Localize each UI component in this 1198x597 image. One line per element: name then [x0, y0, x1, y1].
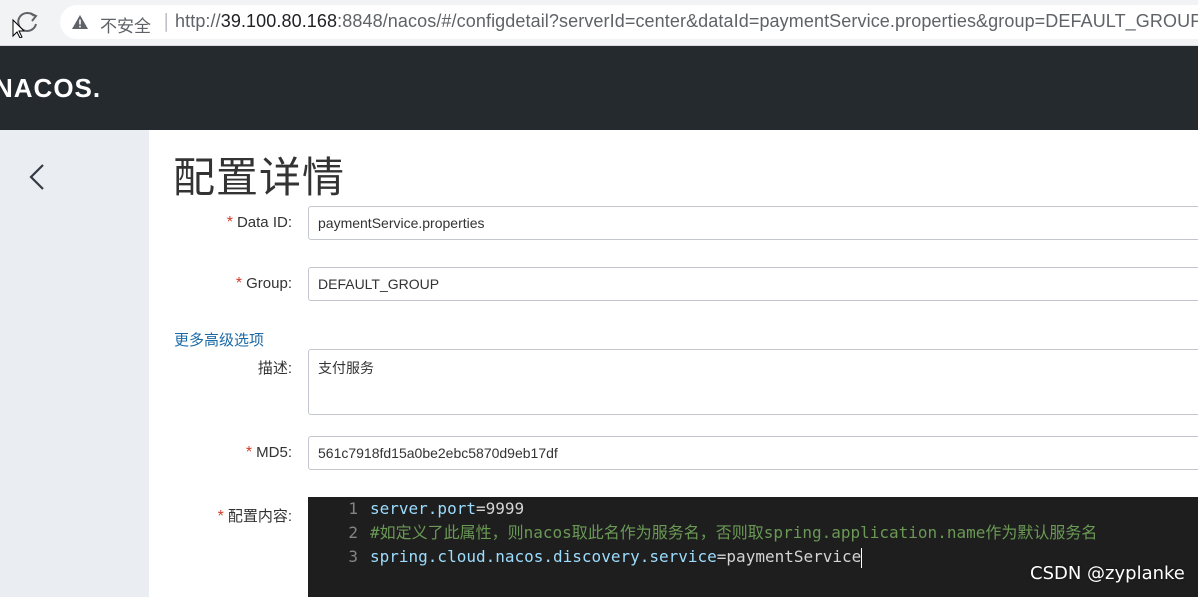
- data-id-label: * Data ID:: [149, 214, 292, 232]
- app-header: NACOS.: [0, 46, 1198, 130]
- reload-icon[interactable]: [10, 8, 42, 38]
- group-label-text: Group:: [246, 275, 292, 292]
- group-field[interactable]: DEFAULT_GROUP: [308, 267, 1198, 301]
- logo-text: NACOS.: [0, 73, 101, 103]
- url-host: 39.100.80.168: [220, 11, 338, 31]
- required-mark: *: [235, 275, 243, 292]
- md5-field[interactable]: 561c7918fd15a0be2ebc5870d9eb17df: [308, 436, 1198, 470]
- content-label-text: 配置内容:: [227, 508, 292, 525]
- url-scheme: http://: [175, 11, 221, 31]
- operator: =: [475, 499, 486, 518]
- code-line: 1 server.port=9999: [308, 497, 524, 521]
- warning-icon: [72, 15, 88, 29]
- line-number: 1: [348, 499, 358, 518]
- page-title: 配置详情: [173, 153, 346, 202]
- description-label: 描述:: [257, 360, 292, 377]
- nacos-logo[interactable]: NACOS.: [0, 72, 104, 104]
- separator: |: [163, 10, 170, 32]
- property-value: 9999: [485, 499, 525, 518]
- property-value: paymentService: [726, 547, 862, 566]
- sidebar: [0, 130, 149, 597]
- operator: =: [716, 547, 727, 566]
- line-number: 2: [348, 523, 358, 542]
- description-field[interactable]: 支付服务: [308, 349, 1198, 415]
- md5-label: * MD5:: [149, 444, 292, 462]
- required-mark: *: [245, 444, 253, 461]
- browser-toolbar: 不安全 | http://39.100.80.168:8848/nacos/#/…: [0, 0, 1198, 46]
- watermark: CSDN @zyplanke: [1030, 563, 1185, 584]
- data-id-label-text: Data ID:: [236, 214, 292, 231]
- md5-label-text: MD5:: [256, 444, 292, 461]
- data-id-field[interactable]: paymentService.properties: [308, 206, 1198, 240]
- main-content: 配置详情 * Data ID: paymentService.properties…: [149, 130, 1198, 597]
- required-mark: *: [226, 214, 233, 231]
- text-cursor: [861, 547, 863, 568]
- property-key: server.port: [370, 499, 476, 518]
- url-rest: :8848/nacos/#/configdetail?serverId=cent…: [337, 11, 1198, 31]
- group-label: * Group:: [149, 275, 292, 293]
- code-line: 3 spring.cloud.nacos.discovery.service=pa…: [308, 545, 863, 569]
- url-text[interactable]: http://39.100.80.168:8848/nacos/#/config…: [175, 11, 1198, 32]
- required-mark: *: [217, 508, 224, 525]
- code-comment: #如定义了此属性，则nacos取此名作为服务名，否则取spring.applic…: [370, 523, 1098, 542]
- line-number: 3: [348, 547, 358, 566]
- advanced-options-link[interactable]: 更多高级选项: [174, 329, 264, 350]
- address-bar[interactable]: 不安全 | http://39.100.80.168:8848/nacos/#/…: [60, 5, 1198, 39]
- content-label: * 配置内容:: [149, 505, 292, 526]
- code-line: 2 #如定义了此属性，则nacos取此名作为服务名，否则取spring.appli…: [308, 521, 1097, 545]
- back-arrow-icon[interactable]: [24, 160, 50, 194]
- security-label[interactable]: 不安全: [100, 12, 151, 37]
- property-key: spring.cloud.nacos.discovery.service: [370, 547, 717, 566]
